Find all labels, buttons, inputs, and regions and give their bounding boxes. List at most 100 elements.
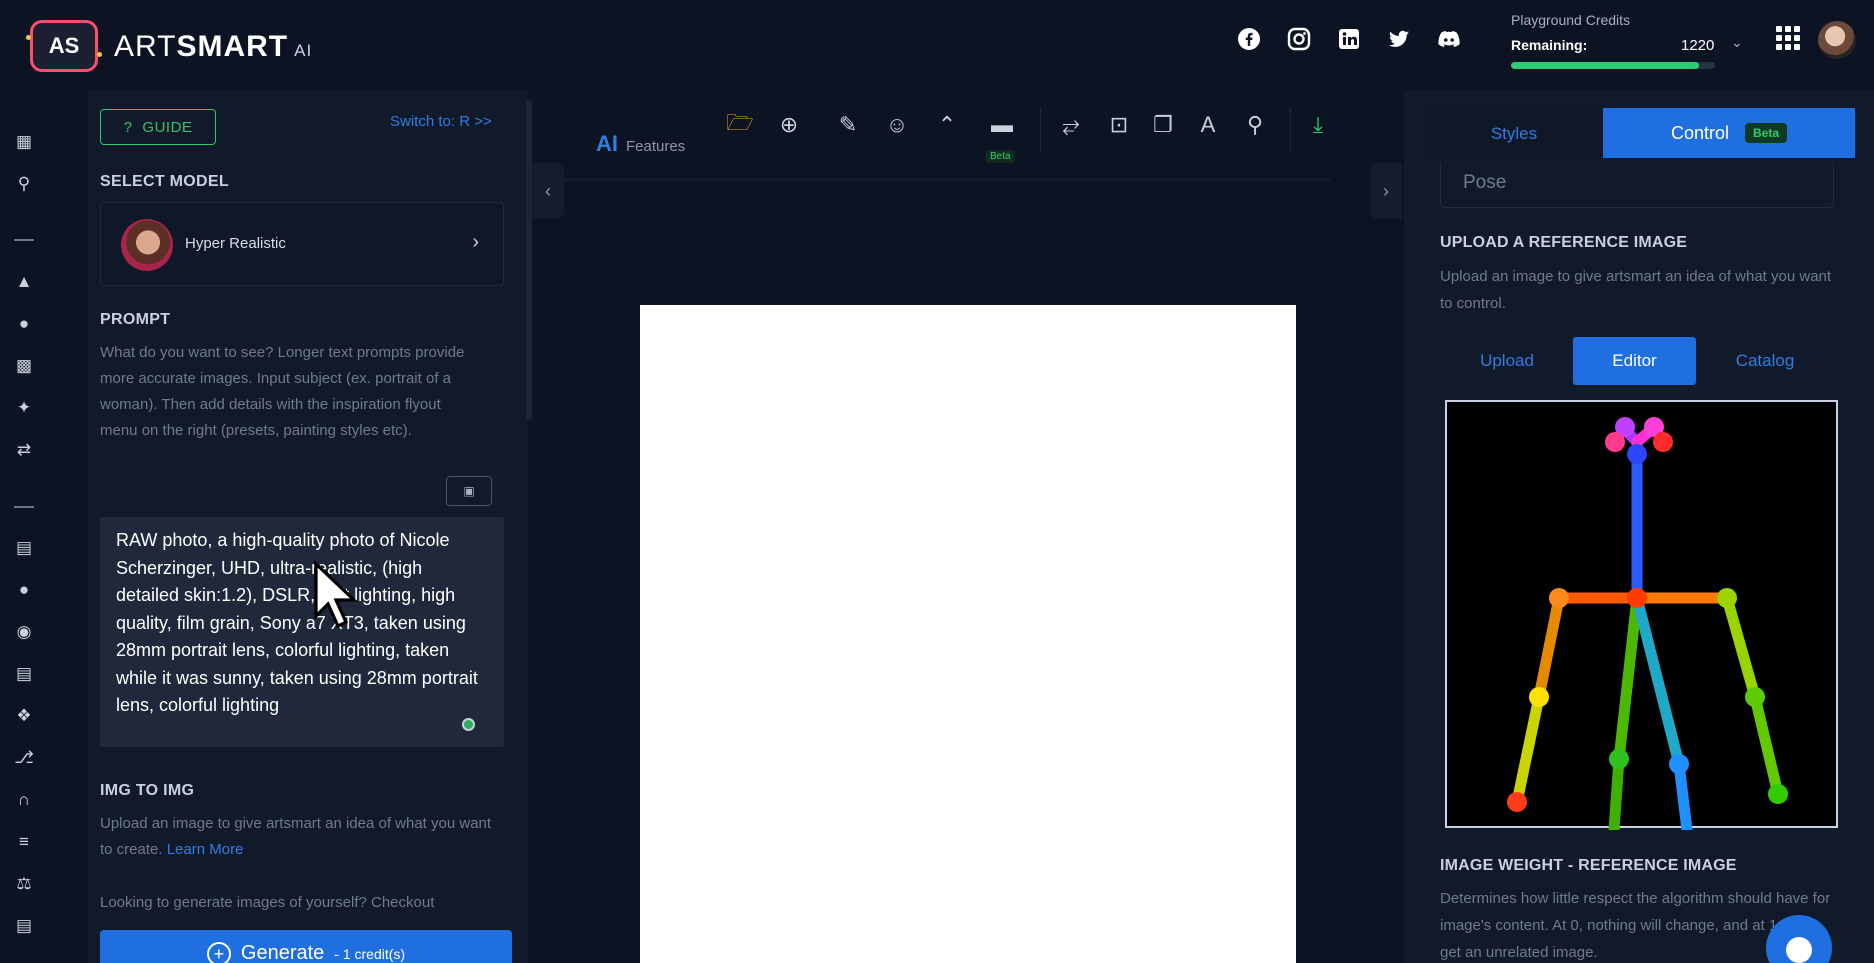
guide-button[interactable]: ? GUIDE	[100, 109, 216, 145]
yourself-text: Looking to generate images of yourself? …	[100, 894, 435, 911]
swap-icon[interactable]: ⇄	[14, 440, 34, 460]
plus-circle-icon: +	[206, 942, 231, 963]
logo-badge[interactable]: AS	[26, 20, 102, 72]
upscale-icon[interactable]: ⌃	[932, 110, 962, 140]
shapes-icon[interactable]: ▲	[14, 272, 34, 292]
chevron-right-icon: ›	[472, 231, 479, 253]
beta-badge: Beta	[1745, 123, 1788, 143]
logo-text-light: ART	[114, 30, 177, 63]
credits-remaining-label: Remaining:	[1511, 37, 1588, 53]
user-avatar[interactable]	[1818, 21, 1856, 59]
twitter-icon[interactable]	[1386, 26, 1412, 52]
chevron-right-icon: ›	[1383, 180, 1389, 201]
prompt-input[interactable]: RAW photo, a high-quality photo of Nicol…	[100, 517, 504, 747]
model-name: Hyper Realistic	[185, 235, 286, 252]
generate-label: Generate	[240, 942, 325, 963]
collapse-left-button[interactable]: ‹	[532, 163, 564, 219]
img2img-help: Upload an image to give artsmart an idea…	[100, 811, 500, 863]
logo-text[interactable]: ARTSMART AI	[114, 30, 312, 64]
left-panel-scrollbar[interactable]	[526, 100, 532, 420]
folder-button[interactable]: ▣	[446, 476, 492, 506]
subtab-editor[interactable]: Editor	[1573, 337, 1696, 385]
pose-skeleton	[1507, 417, 1788, 836]
generate-button[interactable]: + Generate - 1 credit(s)	[100, 930, 512, 963]
crop-icon[interactable]: ⊡	[1104, 110, 1134, 140]
prompt-title: PROMPT	[100, 311, 171, 328]
expand-icon[interactable]: ⥂	[1056, 110, 1086, 140]
scale-icon[interactable]: ⚖	[14, 874, 34, 894]
logo-text-bold: SMART	[176, 30, 289, 63]
apps-grid-icon[interactable]	[1776, 26, 1800, 50]
folder-icon: ▣	[463, 484, 475, 498]
tab-control-label: Control	[1670, 122, 1729, 143]
group-icon[interactable]: ●	[14, 580, 34, 600]
logo-suffix: AI	[294, 41, 313, 60]
text-icon[interactable]: A	[1193, 110, 1223, 140]
ai-label: AI	[596, 131, 618, 156]
document-icon[interactable]: ▩	[14, 356, 34, 376]
magic-wand-icon[interactable]: ✦	[14, 398, 34, 418]
chart-icon[interactable]: ▤	[14, 916, 34, 936]
learn-more-link[interactable]: Learn More	[167, 841, 244, 858]
subtab-upload[interactable]: Upload	[1448, 337, 1566, 385]
download-icon[interactable]: ⤓	[1303, 110, 1333, 140]
rail-divider	[14, 239, 34, 241]
chevron-left-icon: ‹	[545, 180, 551, 201]
add-circle-icon[interactable]: ⊕	[774, 110, 804, 140]
credits-value: 1220	[1681, 37, 1715, 54]
zoom-icon[interactable]: ⚲	[1240, 110, 1270, 140]
subtab-catalog[interactable]: Catalog	[1706, 337, 1824, 385]
status-dot	[462, 718, 475, 731]
beta-badge: Beta	[986, 150, 1015, 163]
linkedin-icon[interactable]	[1336, 26, 1362, 52]
edit-icon[interactable]: ✎	[833, 110, 863, 140]
toolbar-divider	[1040, 108, 1041, 152]
select-model-title: SELECT MODEL	[100, 173, 229, 190]
tab-styles[interactable]: Styles	[1424, 110, 1604, 158]
layers-icon[interactable]: ❐	[1148, 110, 1178, 140]
mouse-cursor-icon	[314, 560, 359, 629]
instagram-icon[interactable]	[1286, 26, 1312, 52]
branch-icon[interactable]: ⎇	[14, 748, 34, 768]
credits-label: Playground Credits	[1511, 12, 1631, 28]
model-thumbnail	[121, 219, 173, 271]
image-weight-title: IMAGE WEIGHT - REFERENCE IMAGE	[1440, 857, 1737, 874]
folder-open-icon[interactable]: 🗁	[725, 110, 755, 140]
help-icon: ?	[123, 118, 133, 136]
search-icon[interactable]: ⚲	[14, 174, 34, 194]
image-canvas[interactable]	[640, 305, 1296, 963]
apps-icon[interactable]: ▦	[14, 132, 34, 152]
rail-divider	[14, 506, 34, 508]
model-selector[interactable]: Hyper Realistic ›	[100, 202, 504, 286]
facebook-icon[interactable]	[1236, 26, 1262, 52]
list-icon[interactable]: ▤	[14, 664, 34, 684]
upload-reference-help: Upload an image to give artsmart an idea…	[1440, 268, 1832, 312]
toolbar-underline	[540, 178, 1330, 181]
tab-control[interactable]: Control Beta	[1603, 108, 1855, 158]
img2img-help-text: Upload an image to give artsmart an idea…	[100, 815, 492, 858]
prompt-help: What do you want to see? Longer text pro…	[100, 344, 465, 439]
file-icon[interactable]: ▤	[14, 538, 34, 558]
person-icon[interactable]: ◉	[14, 622, 34, 642]
discord-icon[interactable]	[1436, 26, 1462, 52]
upload-reference-title: UPLOAD A REFERENCE IMAGE	[1440, 234, 1688, 251]
bridge-icon[interactable]: ∩	[14, 790, 34, 810]
collapse-right-button[interactable]: ›	[1370, 163, 1402, 219]
users-icon[interactable]: ●	[14, 314, 34, 334]
chevron-down-icon[interactable]: ⌄	[1731, 34, 1743, 51]
img2img-title: IMG TO IMG	[100, 782, 195, 799]
generate-cost: - 1 credit(s)	[334, 946, 406, 962]
guide-label: GUIDE	[142, 118, 193, 136]
puzzle-icon[interactable]: ❖	[14, 706, 34, 726]
switch-link[interactable]: Switch to: R >>	[390, 113, 492, 130]
ai-features-button[interactable]: AI Features	[596, 131, 685, 157]
pose-select[interactable]: Pose	[1440, 162, 1834, 208]
top-bar: AS ARTSMART AI Playground Credits Remaini…	[0, 0, 1874, 90]
credits-progress	[1511, 62, 1715, 69]
smiley-icon[interactable]: ☺	[882, 110, 912, 140]
pose-editor[interactable]	[1445, 400, 1838, 836]
credits-panel[interactable]: Playground Credits Remaining: 1220 ⌄	[1511, 12, 1751, 72]
checklist-icon[interactable]: ≡	[14, 832, 34, 852]
toolbar-divider	[1290, 108, 1291, 152]
eraser-icon[interactable]: ▬	[987, 110, 1017, 140]
